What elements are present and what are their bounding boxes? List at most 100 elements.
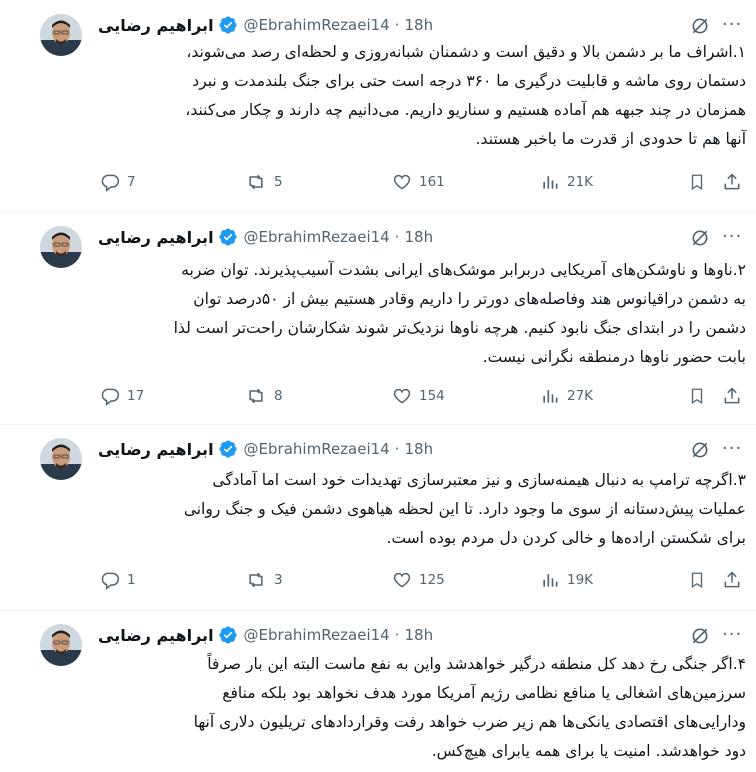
verified-badge-icon [218, 625, 238, 645]
separator-dot: · [394, 626, 400, 644]
tweet-line: دشمن را در ابتدای جنگ نابود کنیم. هرچه ن… [173, 319, 746, 337]
tweet-text: ۳.اگرچه ترامپ به دنبال هیمنه‌سازی و نیز … [96, 466, 746, 553]
author-name[interactable]: ابراهیم رضایی [98, 16, 214, 35]
retweet-icon [245, 172, 267, 192]
tweet-line: ۲.ناوها و ناوشکن‌های آمریکایی دربرابر مو… [181, 261, 746, 279]
tweet-1[interactable]: ابراهیم رضایی @EbrahimRezaei14 · 18h ···… [0, 0, 756, 213]
grok-icon[interactable] [690, 16, 710, 40]
reply-icon [100, 172, 120, 192]
share-icon[interactable] [722, 386, 742, 406]
reply-count: 7 [127, 174, 136, 190]
like-icon [392, 386, 412, 406]
views-button[interactable]: 21K [540, 172, 593, 192]
views-count: 19K [567, 572, 594, 588]
tweet-line: سرزمین‌های اشغالی یا منافع نظامی رژیم آم… [222, 684, 746, 702]
bookmark-icon[interactable] [688, 570, 706, 590]
author-handle[interactable]: @EbrahimRezaei14 [244, 16, 390, 34]
timestamp[interactable]: 18h [405, 440, 434, 458]
reply-icon [100, 386, 120, 406]
more-icon[interactable]: ··· [722, 226, 742, 247]
tweet-line: ۳.اگرچه ترامپ به دنبال هیمنه‌سازی و نیز … [212, 471, 746, 489]
timestamp[interactable]: 18h [405, 228, 434, 246]
reply-button[interactable]: 7 [100, 172, 136, 192]
verified-badge-icon [218, 439, 238, 459]
tweet-line: همزمان در چند جبهه هم آماده هستیم و سنار… [185, 101, 746, 119]
avatar[interactable] [40, 438, 82, 480]
tweet-line: دود خواهدشد. امنیت یا برای همه یابرای هی… [431, 742, 746, 760]
author-name[interactable]: ابراهیم رضایی [98, 228, 214, 247]
tweet-text: ۲.ناوها و ناوشکن‌های آمریکایی دربرابر مو… [96, 256, 746, 372]
tweet-3[interactable]: ابراهیم رضایی @EbrahimRezaei14 · 18h ···… [0, 424, 756, 611]
verified-badge-icon [218, 227, 238, 247]
retweet-button[interactable]: 5 [245, 172, 283, 192]
views-button[interactable]: 27K [540, 386, 593, 406]
retweet-icon [245, 570, 267, 590]
bookmark-icon[interactable] [688, 386, 706, 406]
reply-icon [100, 570, 120, 590]
retweet-button[interactable]: 8 [245, 386, 283, 406]
author-handle[interactable]: @EbrahimRezaei14 [244, 228, 390, 246]
bookmark-icon[interactable] [688, 172, 706, 192]
retweet-button[interactable]: 3 [245, 570, 283, 590]
grok-icon[interactable] [690, 228, 710, 252]
tweet-line: ۱.اشراف ما بر دشمن بالا و دقیق است و دشم… [186, 43, 746, 61]
tweet-line: بابت حضور ناوها درمنطقه نگرانی نیست. [482, 348, 746, 366]
grok-icon[interactable] [690, 440, 710, 464]
more-icon[interactable]: ··· [722, 14, 742, 35]
author-handle[interactable]: @EbrahimRezaei14 [244, 626, 390, 644]
tweet-line: عملیات پیش‌دستانه از سوی ما وجود دارد. ت… [183, 500, 746, 518]
retweet-count: 5 [274, 174, 283, 190]
like-icon [392, 570, 412, 590]
avatar[interactable] [40, 226, 82, 268]
tweet-2[interactable]: ابراهیم رضایی @EbrahimRezaei14 · 18h ···… [0, 212, 756, 425]
reply-button[interactable]: 17 [100, 386, 144, 406]
views-count: 27K [567, 388, 594, 404]
tweet-header: ابراهیم رضایی @EbrahimRezaei14 · 18h [98, 226, 433, 248]
share-icon[interactable] [722, 172, 742, 192]
tweet-line: برای شکستن اراده‌ها و خالی کردن دل مردم … [386, 529, 746, 547]
more-icon[interactable]: ··· [722, 438, 742, 459]
author-name[interactable]: ابراهیم رضایی [98, 440, 214, 459]
like-count: 161 [419, 174, 445, 190]
views-count: 21K [567, 174, 594, 190]
reply-count: 1 [127, 572, 136, 588]
author-name[interactable]: ابراهیم رضایی [98, 626, 214, 645]
tweet-line: آنها هم تا حدودی از قدرت ما باخبر هستند. [475, 130, 746, 148]
tweet-text: ۴.اگر جنگی رخ دهد کل منطقه درگیر خواهدشد… [96, 650, 746, 766]
timestamp[interactable]: 18h [405, 626, 434, 644]
tweet-header: ابراهیم رضایی @EbrahimRezaei14 · 18h [98, 14, 433, 36]
separator-dot: · [394, 228, 400, 246]
tweet-line: ۴.اگر جنگی رخ دهد کل منطقه درگیر خواهدشد… [207, 655, 746, 673]
avatar[interactable] [40, 624, 82, 666]
like-button[interactable]: 154 [392, 386, 445, 406]
avatar[interactable] [40, 14, 82, 56]
retweet-count: 3 [274, 572, 283, 588]
share-icon[interactable] [722, 570, 742, 590]
tweet-header: ابراهیم رضایی @EbrahimRezaei14 · 18h [98, 438, 433, 460]
tweet-header: ابراهیم رضایی @EbrahimRezaei14 · 18h [98, 624, 433, 646]
views-icon [540, 386, 560, 406]
like-button[interactable]: 125 [392, 570, 445, 590]
retweet-count: 8 [274, 388, 283, 404]
like-count: 125 [419, 572, 445, 588]
tweet-line: ودارایی‌های اقتصادی یانکی‌ها هم زیر ضرب … [193, 713, 746, 731]
tweet-line: به دشمن دراقیانوس هند وفاصله‌های دورتر ر… [193, 290, 746, 308]
separator-dot: · [394, 16, 400, 34]
author-handle[interactable]: @EbrahimRezaei14 [244, 440, 390, 458]
action-bar: 7 5 161 21K [100, 172, 746, 198]
views-button[interactable]: 19K [540, 570, 593, 590]
verified-badge-icon [218, 15, 238, 35]
more-icon[interactable]: ··· [722, 624, 742, 645]
like-icon [392, 172, 412, 192]
grok-icon[interactable] [690, 626, 710, 650]
views-icon [540, 172, 560, 192]
timestamp[interactable]: 18h [405, 16, 434, 34]
like-button[interactable]: 161 [392, 172, 445, 192]
like-count: 154 [419, 388, 445, 404]
retweet-icon [245, 386, 267, 406]
action-bar: 1 3 125 19K [100, 570, 746, 596]
views-icon [540, 570, 560, 590]
reply-button[interactable]: 1 [100, 570, 136, 590]
tweet-line: دستمان روی ماشه و قابلیت درگیری ما ۳۶۰ د… [192, 72, 746, 90]
tweet-4[interactable]: ابراهیم رضایی @EbrahimRezaei14 · 18h ···… [0, 610, 756, 772]
